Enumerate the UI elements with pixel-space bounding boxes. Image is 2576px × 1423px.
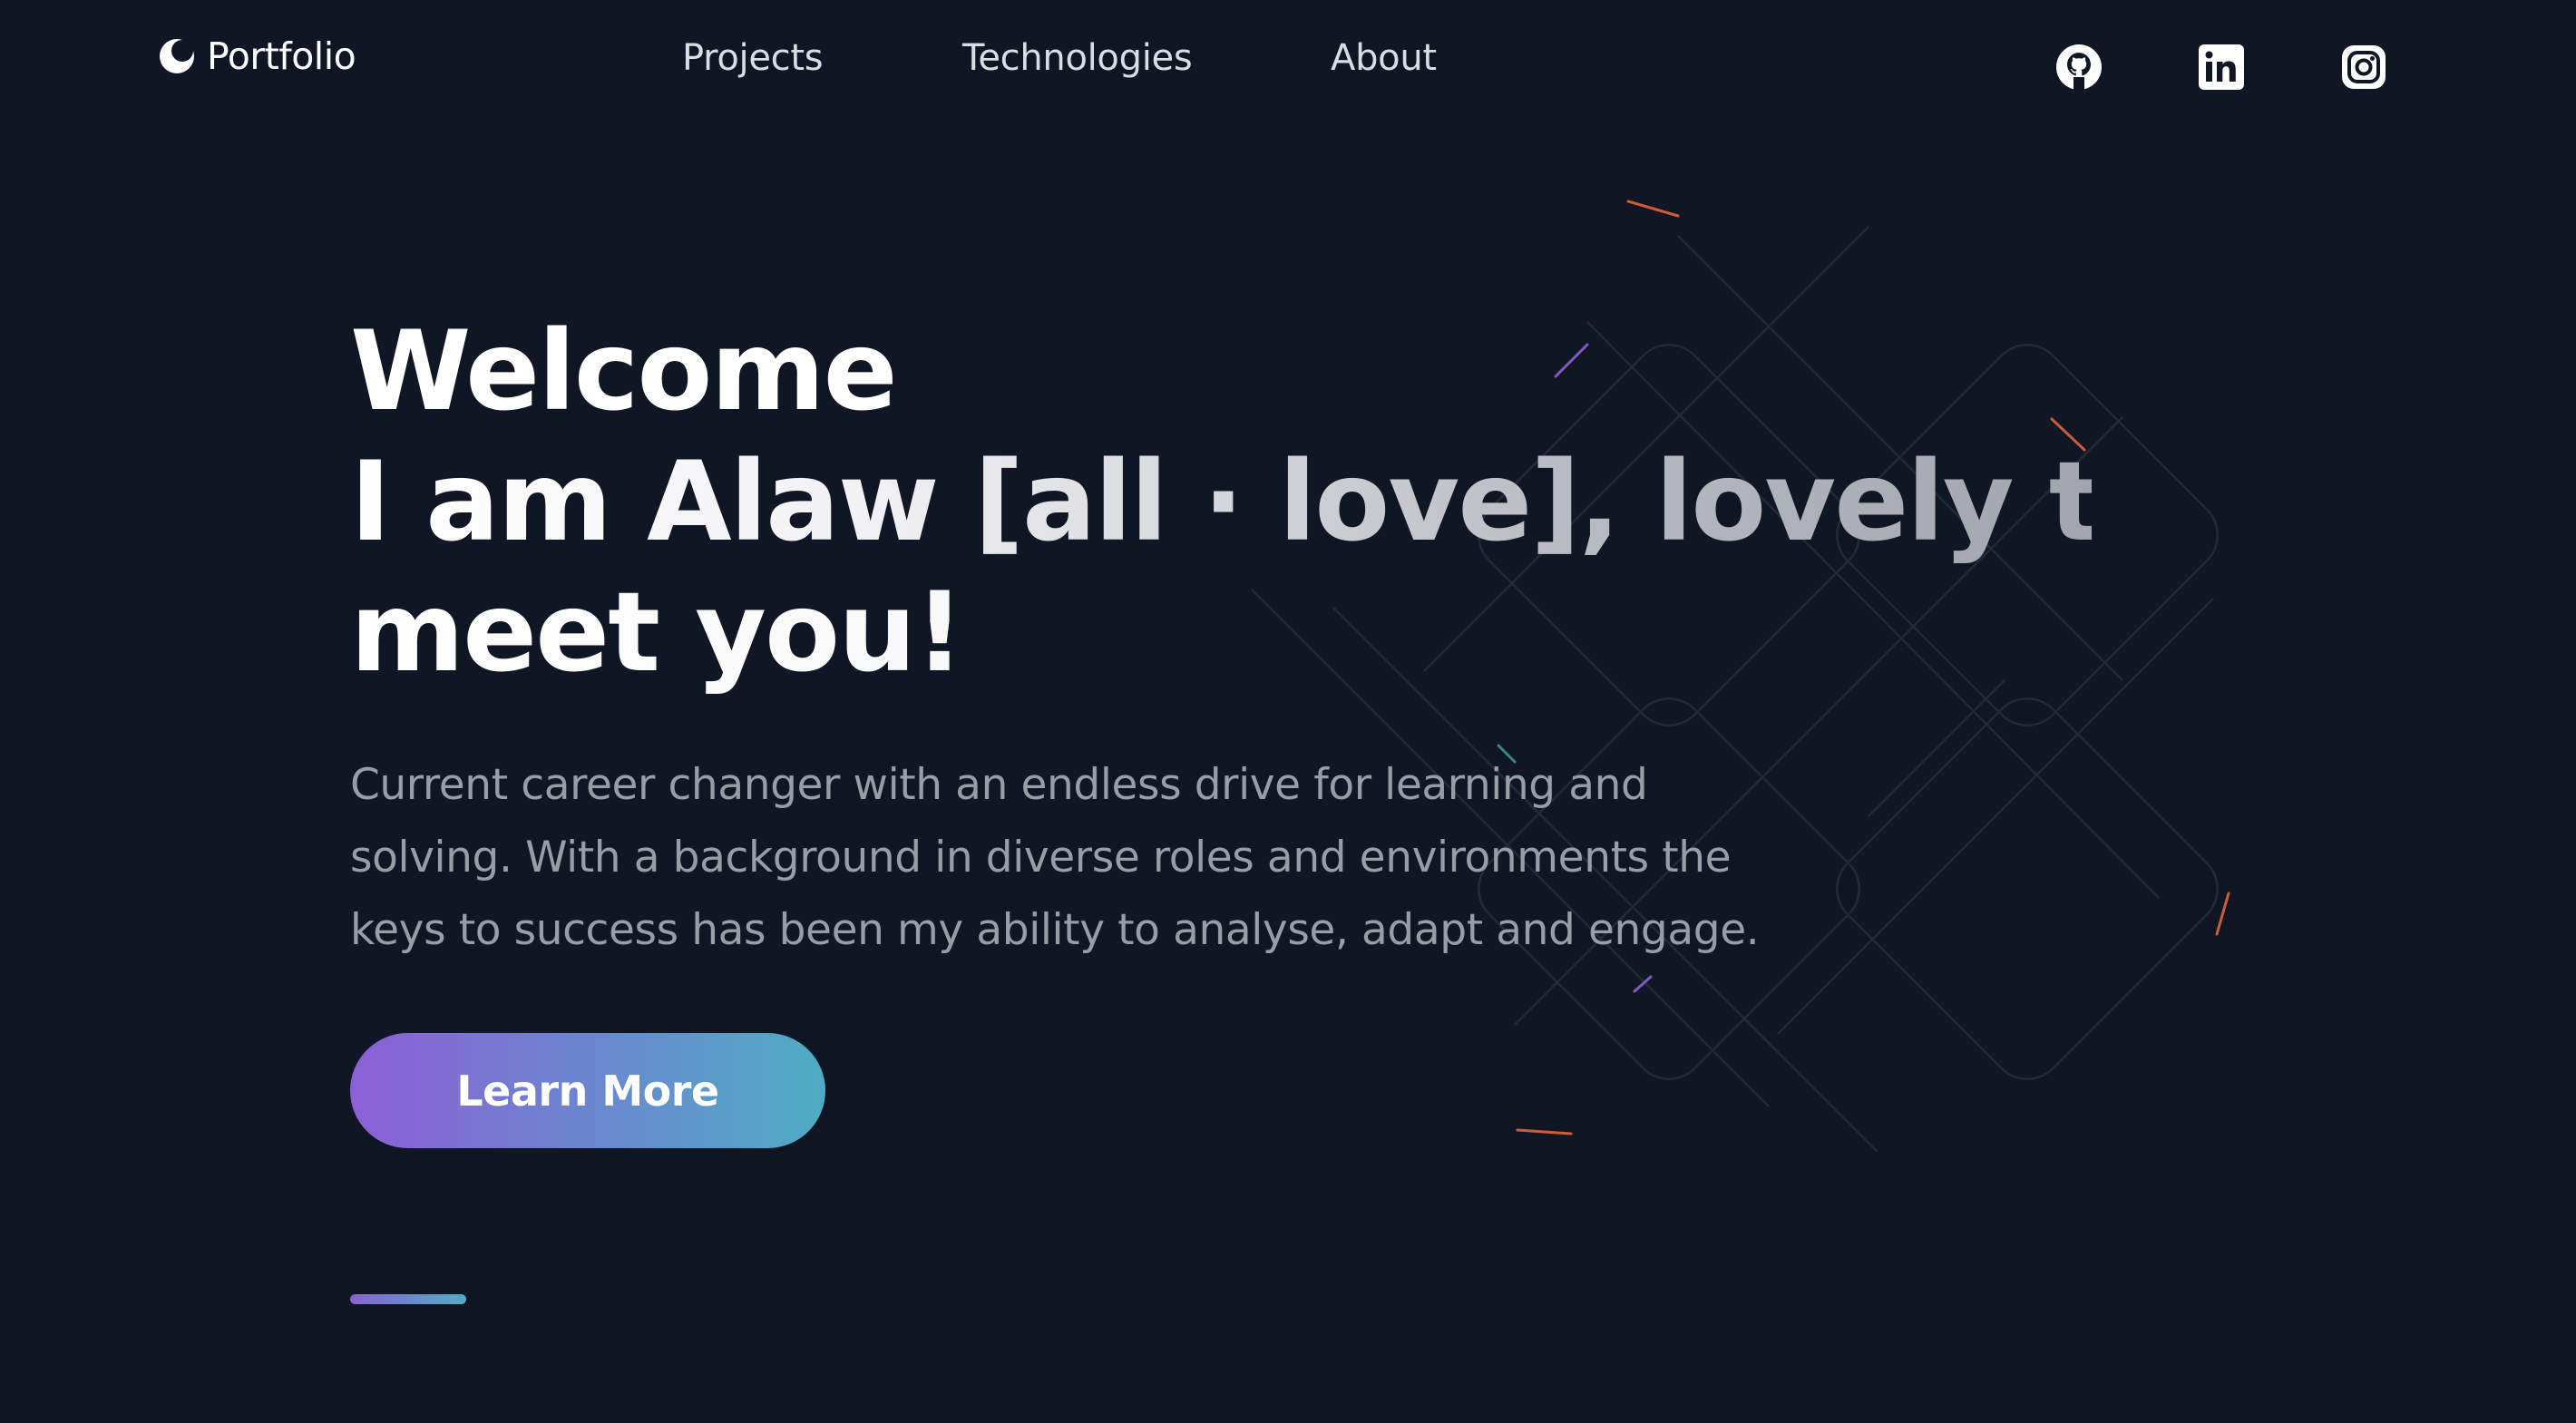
linkedin-link[interactable] bbox=[2196, 42, 2247, 93]
nav-link-about[interactable]: About bbox=[1331, 33, 1437, 83]
meteor-streak bbox=[1516, 1128, 1573, 1135]
meteor-streak bbox=[2215, 892, 2230, 936]
hero-description: Current career changer with an endless d… bbox=[350, 760, 1760, 955]
github-icon bbox=[2054, 43, 2103, 92]
hero-title-line-1: Welcome bbox=[350, 307, 898, 435]
hero-title-line-3: meet you! bbox=[350, 568, 2092, 698]
nav-link-technologies[interactable]: Technologies bbox=[962, 33, 1193, 83]
linkedin-icon bbox=[2197, 43, 2246, 92]
learn-more-button[interactable]: Learn More bbox=[350, 1033, 825, 1148]
crescent-logo-icon bbox=[156, 35, 198, 77]
instagram-icon bbox=[2339, 43, 2388, 92]
logo-text: Portfolio bbox=[207, 34, 356, 78]
site-logo[interactable]: Portfolio bbox=[156, 33, 356, 80]
accent-divider bbox=[350, 1294, 466, 1304]
instagram-link[interactable] bbox=[2338, 42, 2389, 93]
portfolio-page: Portfolio Projects Technologies About We… bbox=[0, 0, 2576, 1423]
hero-title-line-2: I am Alaw [all · love], lovely to bbox=[350, 438, 2175, 566]
github-link[interactable] bbox=[2054, 42, 2104, 93]
meteor-streak bbox=[1626, 200, 1680, 218]
hero-title: Welcome I am Alaw [all · love], lovely t… bbox=[350, 307, 2175, 698]
nav-link-projects[interactable]: Projects bbox=[682, 33, 824, 83]
